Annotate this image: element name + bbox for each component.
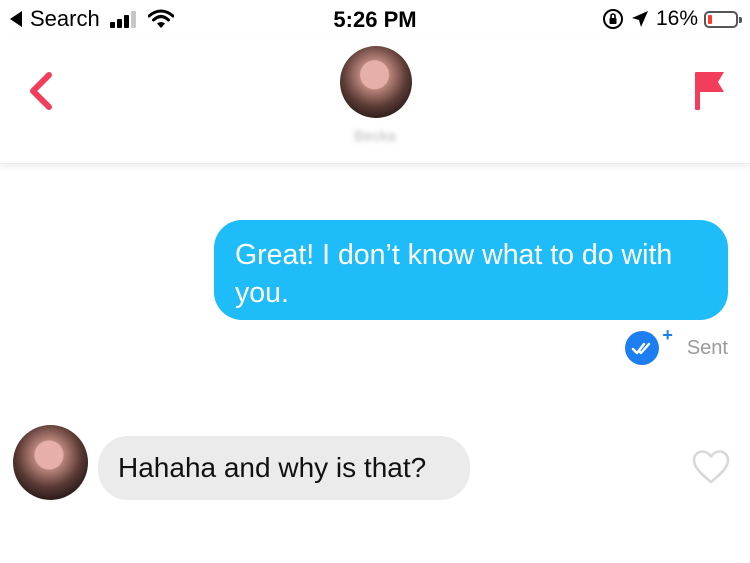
status-bar-right: 16% [602,6,742,32]
flag-icon [695,72,724,110]
status-bar: Search 5:26 PM 16% [0,0,750,38]
sender-avatar[interactable] [13,425,88,500]
chat-header: Becka [0,38,750,164]
contact-avatar[interactable] [340,46,412,118]
chevron-left-icon [30,72,52,110]
battery-percent: 16% [655,7,698,30]
battery-level-fill [708,14,712,24]
location-arrow-icon [631,11,648,27]
double-check-icon[interactable]: + [624,325,673,365]
plus-icon: + [662,325,673,345]
message-status-row: + Sent [624,325,728,366]
report-flag-button[interactable] [690,68,730,114]
outgoing-message-bubble[interactable]: Great! I don’t know what to do with you. [214,220,728,320]
double-check-glyph [631,342,651,355]
orientation-lock-icon [602,9,623,29]
battery-icon [704,10,742,28]
battery-nub [739,16,742,23]
contact-name[interactable]: Becka [0,128,750,145]
message-status-label: Sent [686,336,728,359]
incoming-message-bubble[interactable]: Hahaha and why is that? [98,436,470,500]
like-message-button[interactable] [690,446,732,488]
heart-outline-icon [692,450,730,484]
back-button[interactable] [22,68,62,114]
